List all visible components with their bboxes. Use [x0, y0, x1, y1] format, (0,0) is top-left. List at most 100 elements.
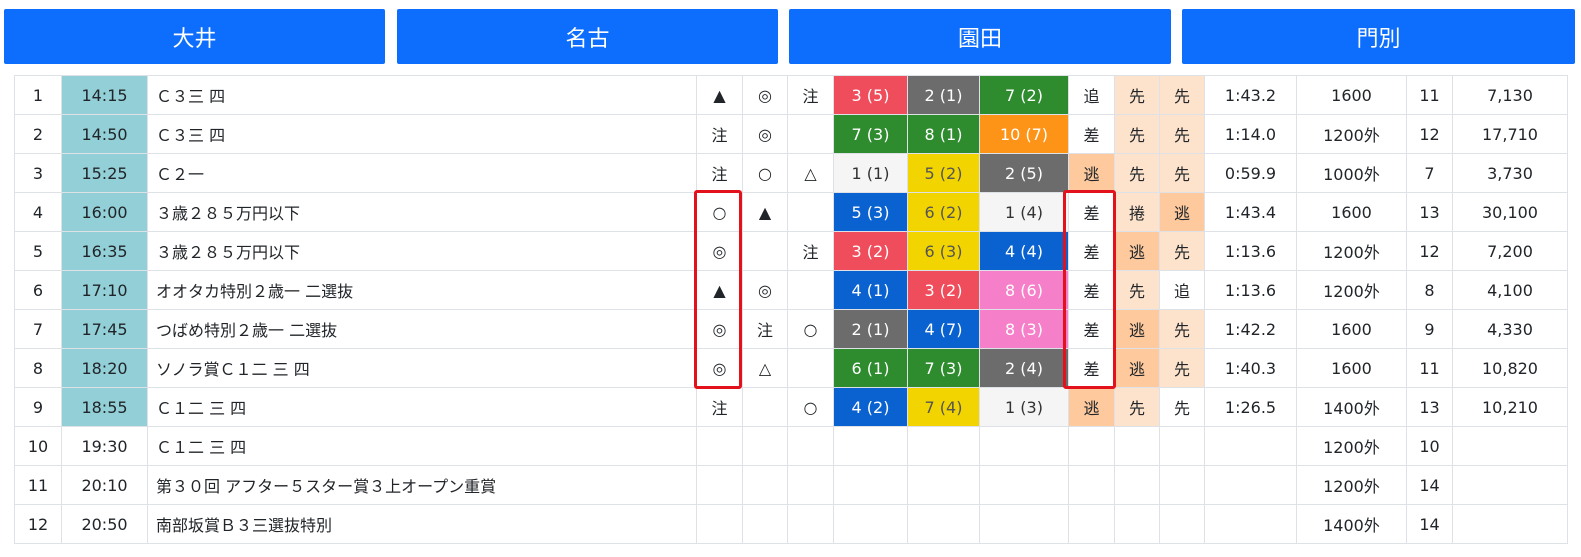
race-number: 7	[14, 309, 62, 349]
race-row[interactable]: 4 16:00 ３歳２８５万円以下 ○ ▲ 5 (3) 6 (2) 1 (4) 差捲逃 1:43.…	[14, 192, 1568, 232]
race-row[interactable]: 12 20:50 南部坂賞Ｂ３三選抜特別 1400外 14	[14, 504, 1568, 544]
result-3rd: 8 (3)	[979, 309, 1069, 349]
winning-time	[1204, 465, 1297, 505]
result-3rd: 10 (7)	[979, 114, 1069, 154]
result-1st: 1 (1)	[833, 153, 908, 193]
race-name[interactable]: 第３０回 アフター５スター賞３上オープン重賞	[147, 465, 697, 505]
payout: 7,130	[1452, 75, 1568, 115]
race-name[interactable]: 南部坂賞Ｂ３三選抜特別	[147, 504, 697, 544]
running-style-3: 先	[1159, 348, 1205, 388]
pick-mark-3	[787, 192, 834, 232]
race-row[interactable]: 11 20:10 第３０回 アフター５スター賞３上オープン重賞 1200外 14	[14, 465, 1568, 505]
result-3rd: 7 (2)	[979, 75, 1069, 115]
distance: 1600	[1296, 348, 1407, 388]
distance: 1200外	[1296, 114, 1407, 154]
race-number: 3	[14, 153, 62, 193]
tab-ooi[interactable]: 大井	[4, 9, 385, 64]
race-name[interactable]: ３歳２８５万円以下	[147, 192, 697, 232]
field-size: 14	[1406, 465, 1453, 505]
winning-time: 1:40.3	[1204, 348, 1297, 388]
result-1st: 3 (2)	[833, 231, 908, 271]
distance: 1600	[1296, 309, 1407, 349]
tab-nagoya[interactable]: 名古	[397, 9, 778, 64]
race-name[interactable]: Ｃ３三 四	[147, 114, 697, 154]
running-style-1: 差	[1068, 309, 1115, 349]
running-style-2: 先	[1114, 153, 1160, 193]
running-style-1: 逃	[1068, 387, 1115, 427]
race-time: 17:10	[61, 270, 148, 310]
running-style-2: 逃	[1114, 348, 1160, 388]
pick-mark-3	[787, 465, 834, 505]
pick-mark-2: △	[742, 348, 788, 388]
race-row[interactable]: 8 18:20 ソノラ賞Ｃ１二 三 四 ◎ △ 6 (1) 7 (3) 2 (4) 差逃先 1:4…	[14, 348, 1568, 388]
race-number: 2	[14, 114, 62, 154]
tab-monbetsu[interactable]: 門別	[1182, 9, 1575, 64]
pick-mark-2	[742, 387, 788, 427]
field-size: 13	[1406, 387, 1453, 427]
race-row[interactable]: 2 14:50 Ｃ３三 四注 ◎ 7 (3) 8 (1) 10 (7) 差先先 1:14.0 12…	[14, 114, 1568, 154]
pick-mark-3	[787, 426, 834, 466]
result-3rd: 1 (4)	[979, 192, 1069, 232]
race-row[interactable]: 10 19:30 Ｃ１二 三 四 1200外 10	[14, 426, 1568, 466]
result-2nd: 7 (3)	[907, 348, 980, 388]
running-style-1: 差	[1068, 348, 1115, 388]
race-row[interactable]: 9 18:55 Ｃ１二 三 四注 ○ 4 (2) 7 (4) 1 (3) 逃先先 1:26.5 1…	[14, 387, 1568, 427]
result-1st	[833, 465, 908, 505]
payout: 4,100	[1452, 270, 1568, 310]
race-name[interactable]: Ｃ３三 四	[147, 75, 697, 115]
race-name[interactable]: Ｃ１二 三 四	[147, 426, 697, 466]
race-row[interactable]: 6 17:10 オオタカ特別２歳一 二選抜 ▲ ◎ 4 (1) 3 (2) 8 (6) 差先追 1…	[14, 270, 1568, 310]
race-name[interactable]: Ｃ２一	[147, 153, 697, 193]
race-name[interactable]: ソノラ賞Ｃ１二 三 四	[147, 348, 697, 388]
race-name[interactable]: つばめ特別２歳一 二選抜	[147, 309, 697, 349]
race-name[interactable]: オオタカ特別２歳一 二選抜	[147, 270, 697, 310]
tab-sonoda[interactable]: 園田	[789, 9, 1171, 64]
distance: 1200外	[1296, 231, 1407, 271]
race-row[interactable]: 3 15:25 Ｃ２一注 ○ △ 1 (1) 5 (2) 2 (5) 逃先先 0:59.9 1000…	[14, 153, 1568, 193]
distance: 1600	[1296, 75, 1407, 115]
running-style-1	[1068, 504, 1115, 544]
result-1st: 2 (1)	[833, 309, 908, 349]
field-size: 10	[1406, 426, 1453, 466]
result-3rd	[979, 504, 1069, 544]
pick-mark-3: 注	[787, 75, 834, 115]
race-time: 16:00	[61, 192, 148, 232]
payout	[1452, 504, 1568, 544]
field-size: 9	[1406, 309, 1453, 349]
running-style-2	[1114, 504, 1160, 544]
pick-mark-2: ▲	[742, 192, 788, 232]
running-style-1: 逃	[1068, 153, 1115, 193]
winning-time	[1204, 504, 1297, 544]
payout	[1452, 426, 1568, 466]
running-style-3: 先	[1159, 75, 1205, 115]
result-2nd: 8 (1)	[907, 114, 980, 154]
running-style-3: 逃	[1159, 192, 1205, 232]
race-time: 14:50	[61, 114, 148, 154]
race-name[interactable]: Ｃ１二 三 四	[147, 387, 697, 427]
pick-mark-1	[696, 426, 743, 466]
result-1st: 5 (3)	[833, 192, 908, 232]
result-2nd: 6 (2)	[907, 192, 980, 232]
venue-tabs: 大井 名古 園田 門別	[4, 9, 1575, 64]
race-name[interactable]: ３歳２８５万円以下	[147, 231, 697, 271]
race-row[interactable]: 1 14:15 Ｃ３三 四 ▲ ◎ 注 3 (5) 2 (1) 7 (2) 追先先 1:43.2 16…	[14, 75, 1568, 115]
running-style-3	[1159, 465, 1205, 505]
race-row[interactable]: 5 16:35 ３歳２８５万円以下 ◎ 注 3 (2) 6 (3) 4 (4) 差逃先 1:13.…	[14, 231, 1568, 271]
race-number: 10	[14, 426, 62, 466]
pick-mark-1: ◎	[696, 348, 743, 388]
race-number: 8	[14, 348, 62, 388]
race-time: 16:35	[61, 231, 148, 271]
pick-mark-3	[787, 504, 834, 544]
winning-time: 1:26.5	[1204, 387, 1297, 427]
result-1st	[833, 504, 908, 544]
result-2nd: 2 (1)	[907, 75, 980, 115]
distance: 1200外	[1296, 465, 1407, 505]
running-style-2: 先	[1114, 75, 1160, 115]
payout: 10,210	[1452, 387, 1568, 427]
race-table: 1 14:15 Ｃ３三 四 ▲ ◎ 注 3 (5) 2 (1) 7 (2) 追先先 1:43.2 16…	[14, 75, 1568, 544]
running-style-3: 先	[1159, 309, 1205, 349]
race-row[interactable]: 7 17:45 つばめ特別２歳一 二選抜 ◎ 注 ○ 2 (1) 4 (7) 8 (3) 差逃先 1…	[14, 309, 1568, 349]
running-style-2	[1114, 465, 1160, 505]
race-number: 4	[14, 192, 62, 232]
winning-time: 1:13.6	[1204, 270, 1297, 310]
